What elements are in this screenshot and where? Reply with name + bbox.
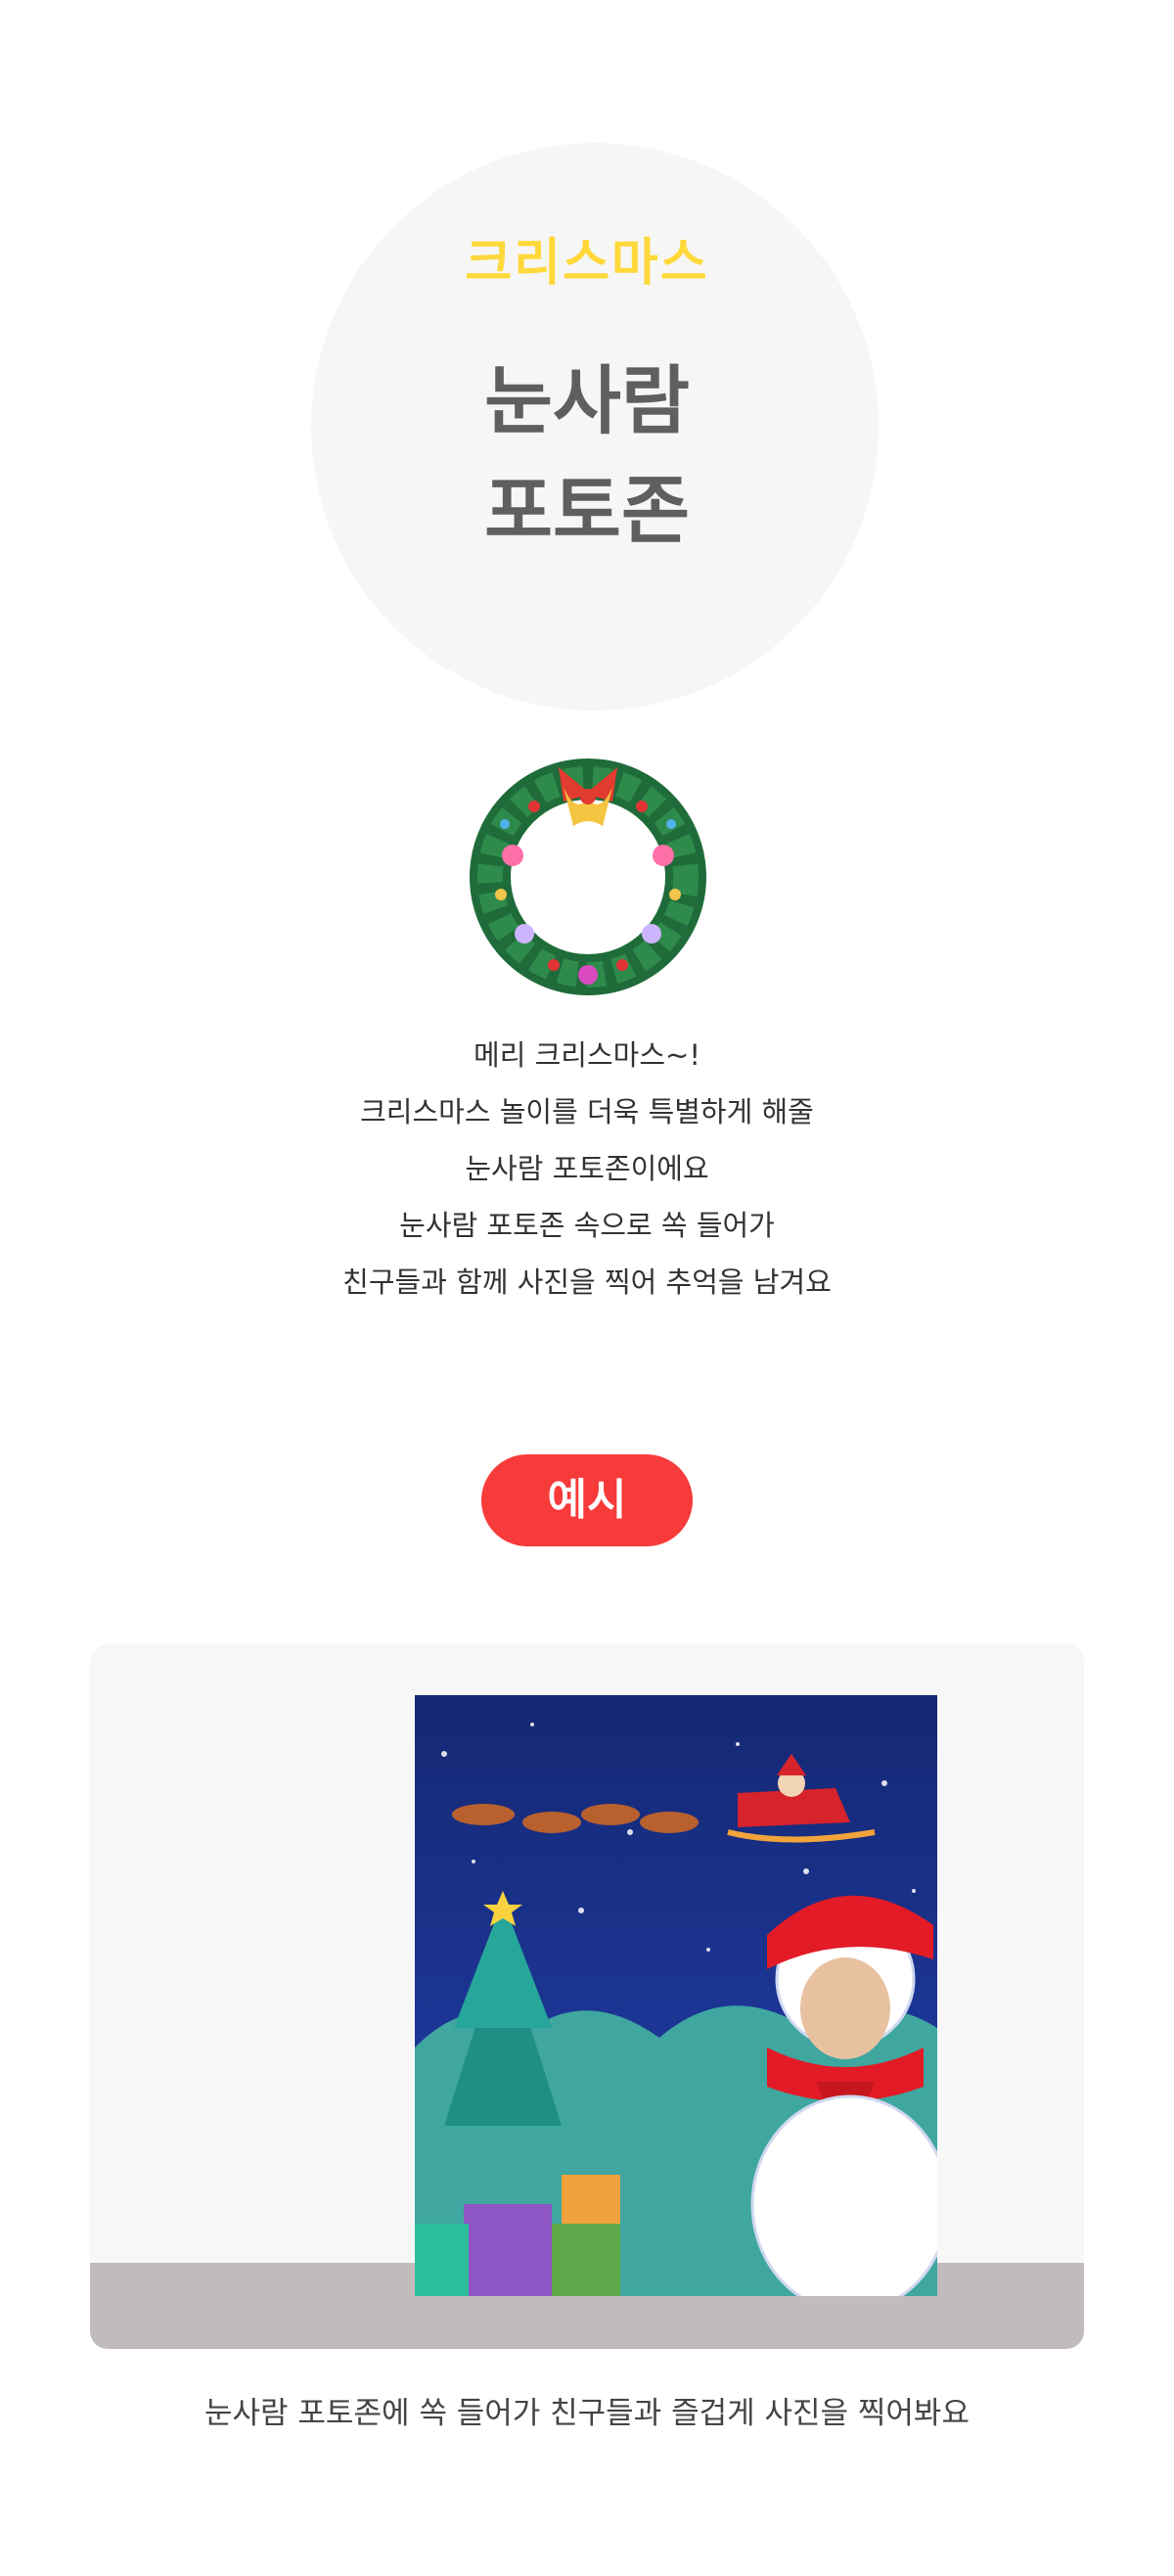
example-caption: 눈사람 포토존에 쏙 들어가 친구들과 즐겁게 사진을 찍어봐요 bbox=[204, 2396, 970, 2431]
hero-title-line1: 눈사람 bbox=[484, 357, 690, 444]
christmas-wreath-icon bbox=[470, 759, 706, 995]
description-line: 눈사람 포토존이에요 bbox=[465, 1152, 709, 1185]
example-panel bbox=[90, 1644, 1084, 2349]
description-line: 친구들과 함께 사진을 찍어 추억을 남겨요 bbox=[342, 1265, 832, 1299]
description-line: 메리 크리스마스~! bbox=[474, 1038, 700, 1072]
snowman-photo-zone-image bbox=[415, 1695, 937, 2296]
description-line: 크리스마스 놀이를 더욱 특별하게 해줄 bbox=[360, 1095, 814, 1128]
hero-title-line2: 포토존 bbox=[484, 467, 690, 554]
example-badge: 예시 bbox=[481, 1454, 693, 1546]
description-line: 눈사람 포토존 속으로 쏙 들어가 bbox=[399, 1209, 775, 1242]
hero-subtitle: 크리스마스 bbox=[465, 234, 709, 293]
description: 메리 크리스마스~! 크리스마스 놀이를 더욱 특별하게 해줄 눈사람 포토존이… bbox=[0, 1035, 1174, 1319]
photo-zone-illustration bbox=[415, 1695, 937, 2296]
